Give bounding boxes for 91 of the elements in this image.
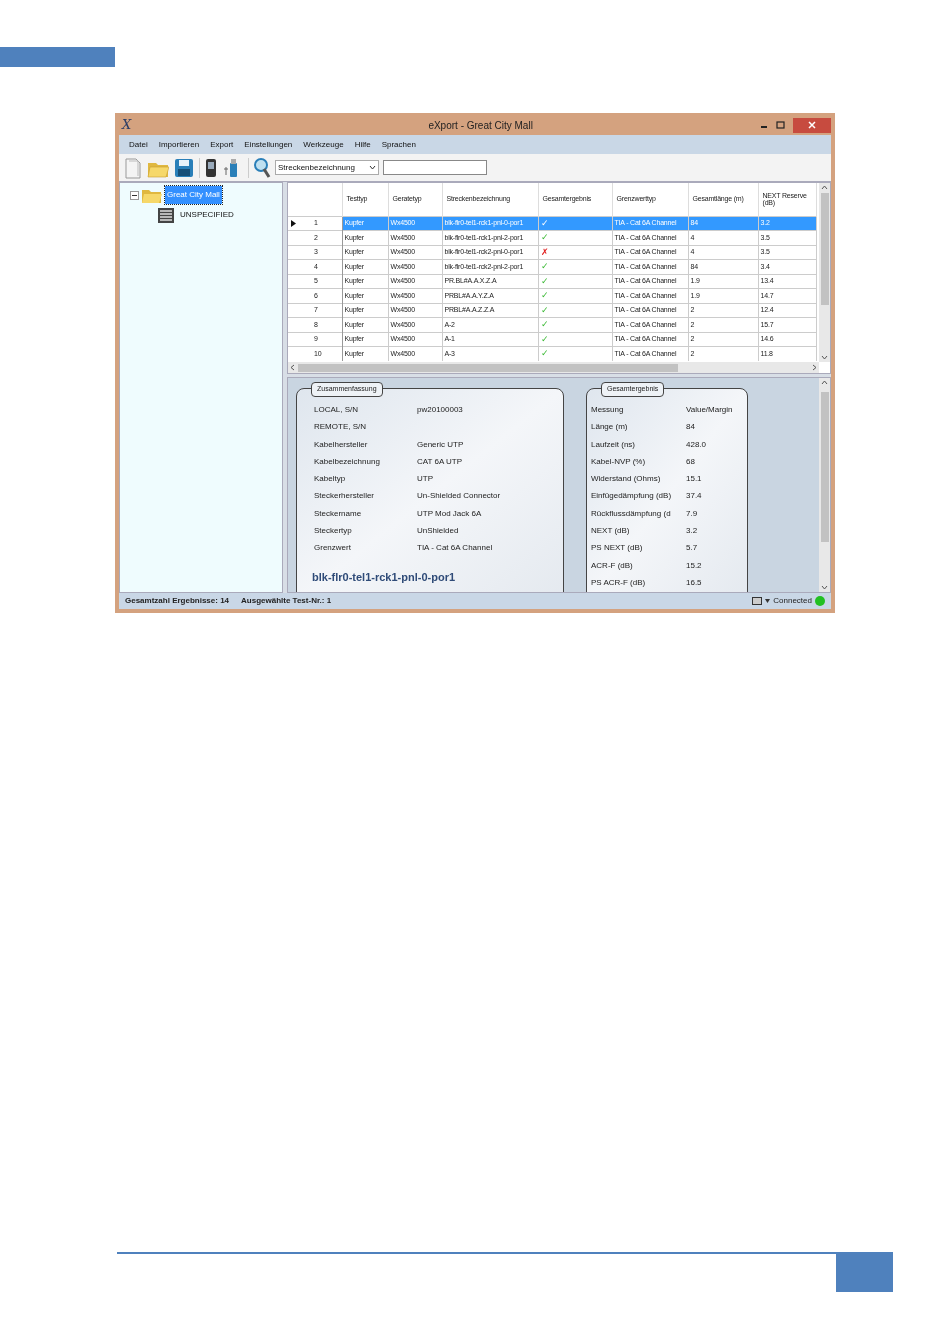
search-field-dropdown[interactable]: Streckenbezeichnung (275, 160, 379, 175)
measurement-value: 84 (686, 421, 696, 434)
measurement-value: 37.4 (686, 490, 703, 503)
field-label: Kabelhersteller (314, 438, 369, 451)
maximize-icon[interactable] (776, 121, 785, 129)
building-icon (156, 206, 176, 224)
measurement-value: 428.0 (686, 438, 708, 451)
window-title: eXport - Great City Mall (428, 118, 533, 133)
save-icon[interactable] (173, 156, 195, 179)
measurement-value: 5.7 (686, 542, 699, 555)
field-label: Steckername (314, 507, 363, 520)
field-label: Steckerhersteller (314, 490, 376, 503)
scroll-up-icon[interactable] (821, 183, 828, 191)
connection-status: Connected (773, 595, 812, 607)
monitor-icon[interactable] (752, 596, 763, 606)
scroll-down-icon[interactable] (821, 584, 828, 592)
result-mark: ✓ (540, 333, 549, 344)
field-value: CAT 6A UTP (417, 455, 464, 468)
menu-item[interactable]: Importieren (158, 138, 200, 151)
measurement-label: PS NEXT (dB) (591, 542, 644, 555)
close-icon (808, 121, 816, 129)
column-header: Value/Margin (686, 404, 734, 416)
search-input-field[interactable] (383, 160, 487, 175)
menu-item[interactable]: Sprachen (381, 138, 416, 151)
scrollbar-thumb[interactable] (820, 193, 829, 305)
measurement-label: ACR-F (dB) (591, 559, 634, 572)
result-mark: ✓ (540, 348, 549, 358)
menu-item[interactable]: Einstellungen (244, 138, 293, 151)
measurement-value: 7.9 (686, 507, 699, 520)
menu-item[interactable]: Hilfe (354, 138, 371, 151)
scroll-right-icon[interactable] (811, 364, 819, 371)
field-value: Un-Shielded Connector (417, 490, 502, 503)
field-value: UnShielded (417, 525, 460, 538)
measurement-value: 16.5 (686, 576, 703, 589)
current-row-icon (291, 219, 296, 227)
measurement-label: Rückflussdämpfung (d (591, 507, 672, 520)
measurement-label: Widerstand (Ohms) (591, 473, 662, 486)
field-value: TIA - Cat 6A Channel (417, 542, 494, 555)
handheld-device-icon[interactable] (204, 156, 218, 179)
search-icon[interactable] (253, 156, 271, 179)
caret-icon[interactable] (765, 599, 771, 603)
field-label: Steckertyp (314, 525, 353, 538)
field-value: Generic UTP (417, 438, 465, 451)
measurement-value: 3.2 (686, 525, 699, 538)
field-label: Kabeltyp (314, 473, 347, 486)
caret-icon (369, 165, 376, 170)
field-label: REMOTE, S/N (314, 421, 367, 434)
scroll-down-icon[interactable] (821, 354, 828, 362)
status-text: Gesamtzahl Ergebnisse: 14 (125, 595, 230, 607)
link-name: blk-flr0-tel1-rck1-pnl-0-por1 (311, 569, 457, 585)
result-mark: ✓ (540, 261, 549, 271)
close-button[interactable] (793, 117, 831, 133)
result-mark: ✓ (540, 232, 549, 242)
result-mark: ✓ (540, 290, 549, 300)
status-text: Ausgewählte Test-Nr.: 1 (241, 595, 332, 607)
usb-stick-icon[interactable] (222, 156, 240, 179)
scroll-up-icon[interactable] (821, 378, 828, 386)
measurement-label: Länge (m) (591, 421, 629, 434)
field-label: Grenzwert (314, 542, 352, 555)
page-number-box (836, 1252, 893, 1292)
scrollbar-thumb[interactable] (820, 392, 829, 542)
scroll-left-icon[interactable] (288, 364, 296, 371)
result-mark: ✓ (540, 275, 549, 286)
measurement-value: 15.2 (686, 559, 703, 572)
column-header: Messung (591, 404, 625, 416)
vertical-scrollbar[interactable] (819, 183, 830, 362)
measurement-label: Kabel-NVP (%) (591, 455, 647, 468)
field-value: UTP (417, 473, 434, 486)
measurement-value: 68 (686, 455, 696, 468)
field-value: UTP Mod Jack 6A (417, 507, 483, 520)
menu-item[interactable]: Export (210, 138, 234, 151)
result-mark: ✓ (540, 304, 549, 315)
field-label: LOCAL, S/N (314, 404, 359, 416)
field-label: Kabelbezeichnung (314, 455, 381, 468)
measurement-value: 15.1 (686, 473, 703, 486)
field-value: pw20100003 (417, 404, 464, 416)
vertical-scrollbar[interactable] (819, 378, 830, 592)
collapse-icon[interactable] (130, 190, 139, 200)
result-mark: ✓ (540, 217, 549, 228)
tree-item[interactable]: UNSPECIFIED (178, 206, 236, 224)
measurement-label: NEXT (dB) (591, 525, 631, 538)
measurement-label: PS ACR-F (dB) (591, 576, 647, 589)
result-mark: ✗ (540, 246, 549, 257)
measurement-label: Laufzeit (ns) (591, 438, 637, 451)
menu-item[interactable]: Datei (129, 138, 148, 151)
horizontal-scrollbar[interactable] (288, 362, 819, 373)
measurement-label: Einfügedämpfung (dB) (591, 490, 673, 503)
app-logo: X (122, 116, 132, 135)
scrollbar-thumb[interactable] (298, 363, 678, 372)
result-mark: ✓ (540, 319, 549, 329)
menu-item[interactable]: Werkzeuge (303, 138, 344, 151)
